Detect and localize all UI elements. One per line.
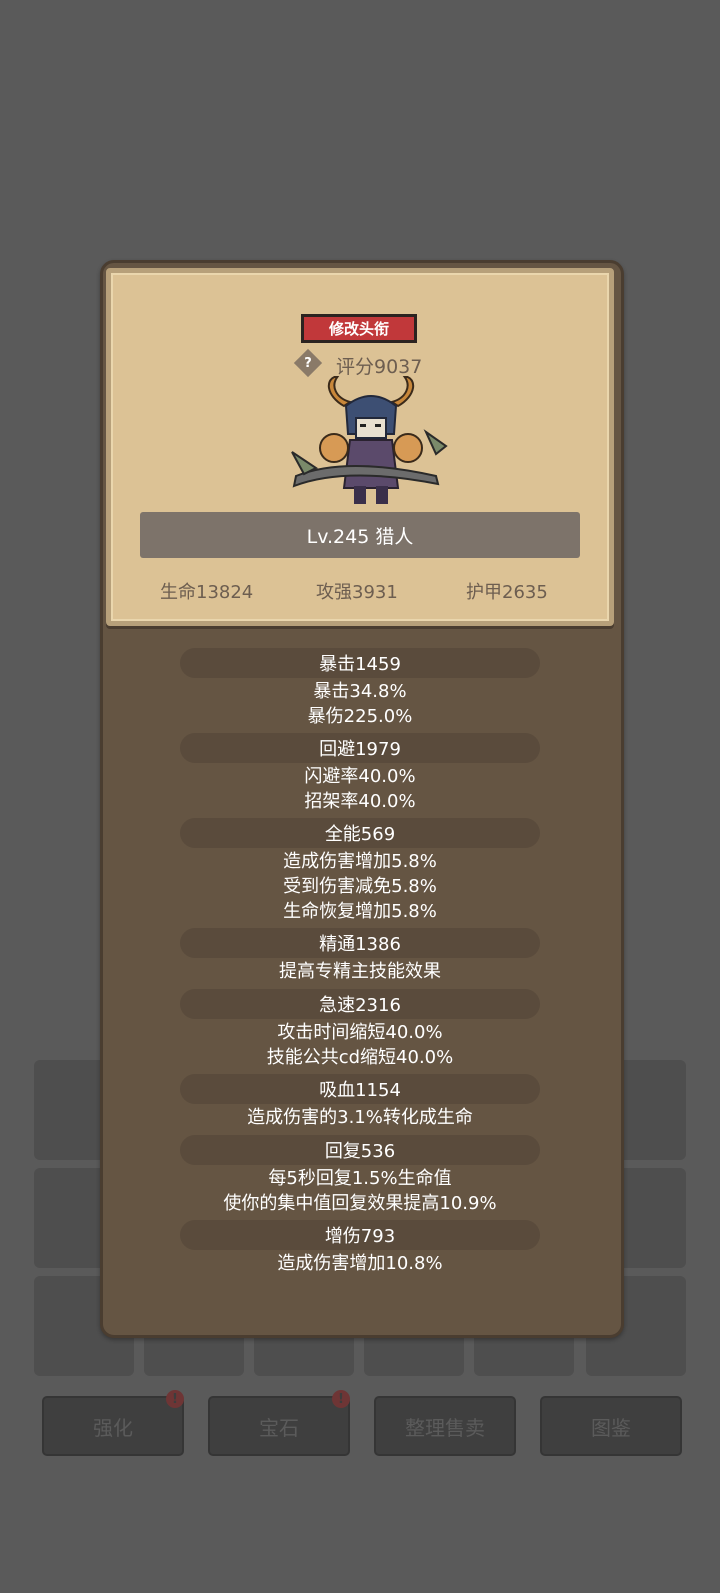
- notification-badge: !: [166, 1390, 184, 1408]
- stat-line: 暴伤225.0%: [307, 706, 413, 727]
- core-stat-attack: 攻强3931: [316, 582, 398, 603]
- stat-line: 造成伤害增加5.8%: [283, 851, 437, 872]
- stat-line: 造成伤害的3.1%转化成生命: [247, 1107, 473, 1128]
- stat-line: 每5秒回复1.5%生命值: [268, 1168, 452, 1189]
- stat-header-regen: 回复536: [180, 1135, 540, 1165]
- gem-button[interactable]: 宝石 !: [208, 1390, 350, 1456]
- stat-header-mastery: 精通1386: [180, 928, 540, 958]
- stat-line: 闪避率40.0%: [304, 766, 416, 787]
- stat-line: 生命恢复增加5.8%: [283, 901, 437, 922]
- gem-button-label: 宝石: [259, 1415, 299, 1440]
- stat-line: 使你的集中值回复效果提高10.9%: [223, 1193, 497, 1214]
- core-stat-armor: 护甲2635: [466, 582, 548, 603]
- stat-header-crit: 暴击1459: [180, 648, 540, 678]
- enhance-button-label: 强化: [93, 1415, 133, 1440]
- stat-header-dodge: 回避1979: [180, 733, 540, 763]
- hunter-avatar: [291, 376, 448, 504]
- stat-header-damage-bonus: 增伤793: [180, 1220, 540, 1250]
- stat-line: 受到伤害减免5.8%: [283, 876, 437, 897]
- collection-button[interactable]: 图鉴: [540, 1396, 682, 1456]
- score-text: 评分9037: [336, 356, 423, 378]
- stat-line: 招架率40.0%: [304, 791, 416, 812]
- stat-line: 造成伤害增加10.8%: [277, 1253, 443, 1274]
- notification-badge: !: [332, 1390, 350, 1408]
- stat-line: 技能公共cd缩短40.0%: [266, 1047, 454, 1068]
- stat-line: 提高专精主技能效果: [279, 961, 441, 982]
- help-icon[interactable]: ?: [293, 348, 323, 378]
- sort-sell-button[interactable]: 整理售卖: [374, 1396, 516, 1456]
- stat-header-haste: 急速2316: [180, 989, 540, 1019]
- stat-header-lifesteal: 吸血1154: [180, 1074, 540, 1104]
- level-class-bar: Lv.245 猎人: [140, 512, 580, 558]
- sort-sell-button-label: 整理售卖: [405, 1415, 485, 1440]
- enhance-button[interactable]: 强化 !: [42, 1390, 184, 1456]
- change-title-button[interactable]: 修改头衔: [301, 314, 417, 343]
- collection-button-label: 图鉴: [591, 1415, 631, 1440]
- core-stat-health: 生命13824: [160, 582, 254, 603]
- stat-line: 暴击34.8%: [313, 681, 407, 702]
- stat-line: 攻击时间缩短40.0%: [277, 1022, 443, 1043]
- stat-header-versatility: 全能569: [180, 818, 540, 848]
